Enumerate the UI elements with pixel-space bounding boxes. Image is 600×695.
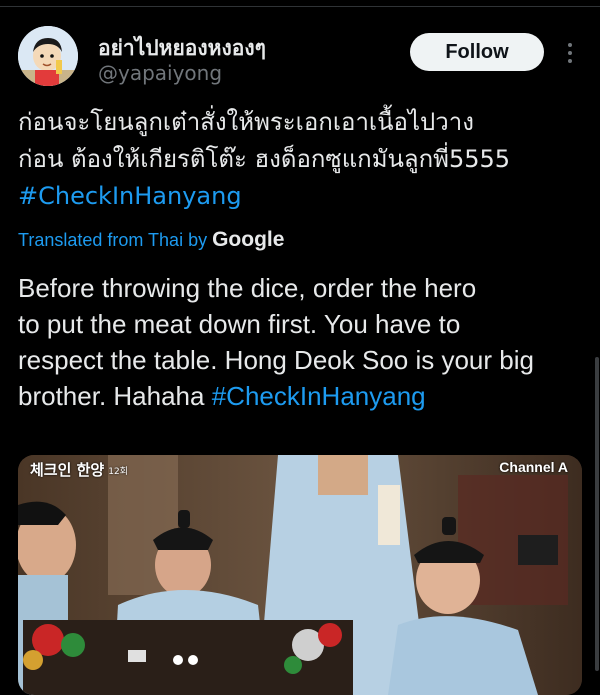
- translated-line-last: brother. Hahaha #CheckInHanyang: [18, 378, 593, 414]
- translated-line: Before throwing the dice, order the hero: [18, 273, 477, 303]
- tweet-text-line: ก่อน ต้องให้เกียรติโต๊ะ ฮงด็อกซูแกมันลูก…: [18, 145, 511, 173]
- translated-text: Before throwing the dice, order the hero…: [18, 270, 593, 414]
- translated-line: brother. Hahaha: [18, 381, 212, 411]
- show-title: 체크인 한양: [30, 461, 105, 479]
- more-vertical-icon[interactable]: [560, 38, 580, 68]
- avatar[interactable]: [18, 26, 78, 86]
- tweet-text: ก่อนจะโยนลูกเต๋าสั่งให้พระเอกเอาเนื้อไปว…: [18, 104, 588, 215]
- episode-label: 12회: [108, 467, 128, 477]
- channel-logo: Channel A: [499, 459, 568, 475]
- avatar-illustration: [18, 26, 78, 86]
- translated-line: respect the table. Hong Deok Soo is your…: [18, 345, 534, 375]
- translated-line: to put the meat down first. You have to: [18, 309, 461, 339]
- scrollbar[interactable]: [595, 357, 599, 671]
- show-title-badge: 체크인 한양 12회: [30, 459, 128, 480]
- more-dot: [568, 59, 572, 63]
- more-dot: [568, 51, 572, 55]
- more-dot: [568, 43, 572, 47]
- tweet-media-image[interactable]: 체크인 한양 12회 Channel A: [18, 455, 582, 695]
- translation-label: Translated from Thai by: [18, 230, 208, 250]
- translation-attribution[interactable]: Translated from Thai by Google: [18, 228, 284, 252]
- follow-button[interactable]: Follow: [410, 33, 544, 71]
- tweet-hashtag[interactable]: #CheckInHanyang: [18, 178, 588, 215]
- top-divider: [0, 6, 600, 7]
- translated-hashtag[interactable]: #CheckInHanyang: [212, 381, 426, 411]
- media-scene: [18, 455, 582, 695]
- google-logo: Google: [212, 228, 285, 251]
- tweet-text-line: ก่อนจะโยนลูกเต๋าสั่งให้พระเอกเอาเนื้อไปว…: [18, 108, 474, 136]
- author-handle[interactable]: @yapaiyong: [98, 61, 222, 85]
